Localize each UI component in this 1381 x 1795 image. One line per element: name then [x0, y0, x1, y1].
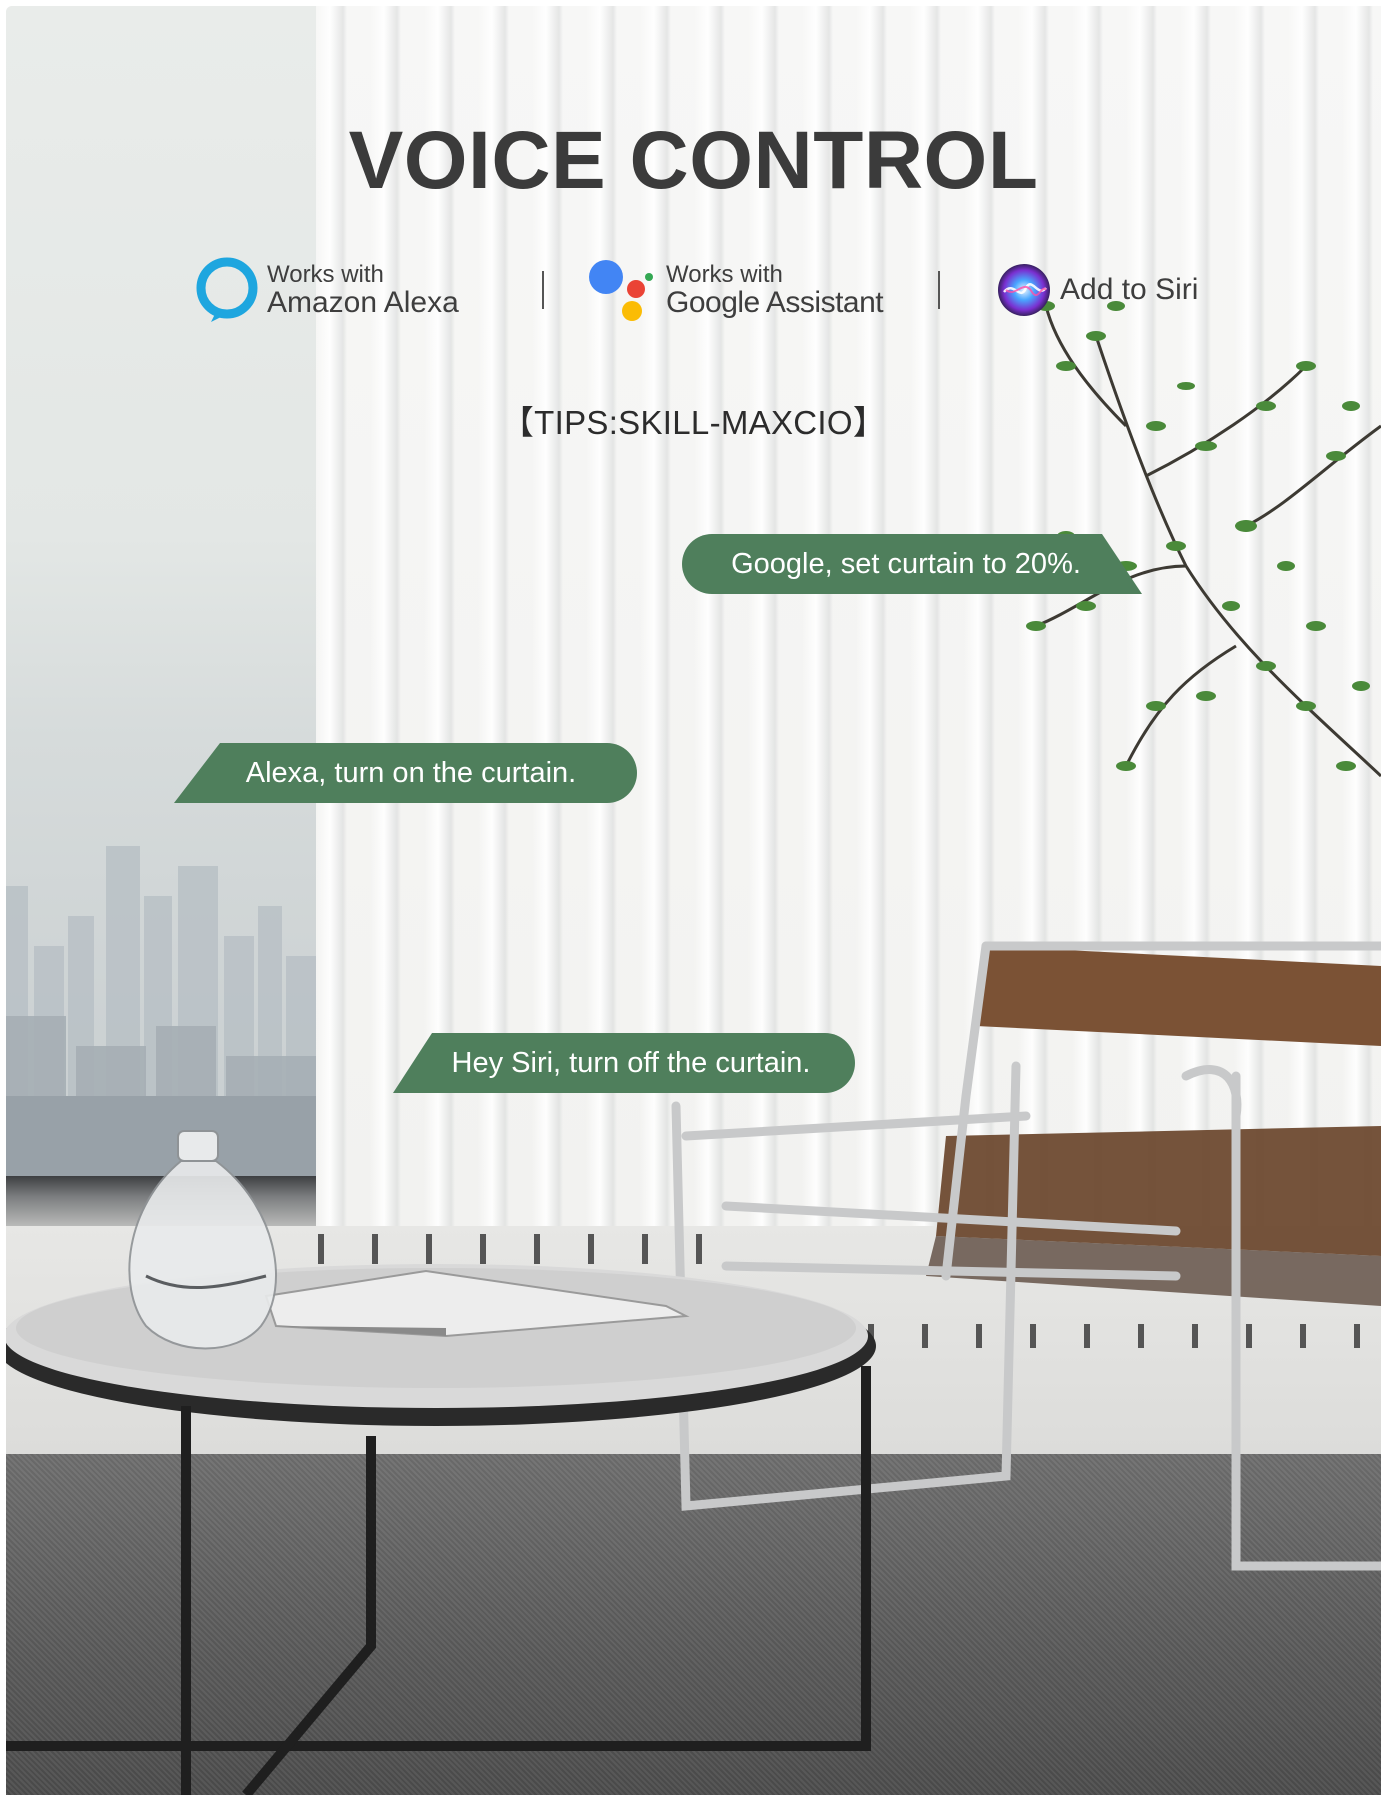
google-bubble-text: Google, set curtain to 20%. [731, 547, 1081, 580]
siri-bubble-text: Hey Siri, turn off the curtain. [451, 1046, 811, 1079]
speech-bubble-shapes [174, 534, 1142, 1093]
product-scene: VOICE CONTROL Works with Amazon Alexa Wo… [6, 6, 1381, 1795]
alexa-bubble-text: Alexa, turn on the curtain. [245, 756, 577, 789]
